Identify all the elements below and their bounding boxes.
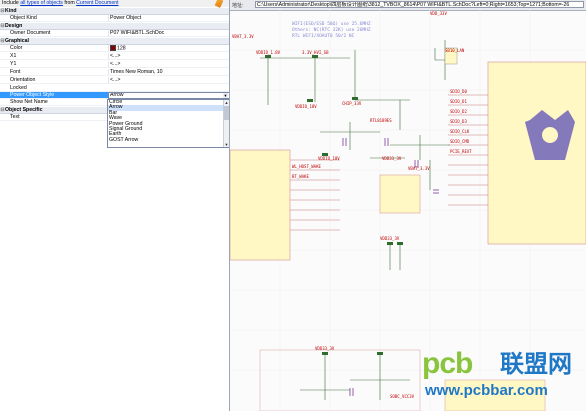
address-input[interactable]: C:\Users\Administrator\Desktop\四层板设计图纸\3… <box>255 1 584 8</box>
property-name: Locked <box>10 85 27 91</box>
net-label: SDIO_CLK <box>450 129 470 134</box>
note-text: Others: NC(RTC 32K) use 26MHZ <box>292 27 371 33</box>
net-label: CHIP_33V <box>342 101 362 106</box>
property-value[interactable]: <...> <box>108 53 229 59</box>
address-label: 地址: <box>232 3 244 9</box>
property-name: Color <box>10 45 23 51</box>
property-row-x1[interactable]: X1 <...> <box>0 53 229 60</box>
net-label: SDIO_CMD <box>450 139 470 144</box>
category-kind-label: Kind <box>5 8 17 14</box>
property-row-locked[interactable]: Locked <box>0 85 229 92</box>
crystal-block[interactable] <box>379 174 421 214</box>
note-text: RTL WIFI/XOAUT0 50/2 NC <box>292 33 355 39</box>
property-name: Power Object Style <box>10 92 55 98</box>
net-label: VDDIO_18V <box>318 156 340 161</box>
net-label: VDD_33V <box>430 11 447 16</box>
category-graphical-label: Graphical <box>5 38 29 44</box>
net-label: SOBC_VCC3V <box>390 394 415 399</box>
color-value: 128 <box>117 45 126 52</box>
filter-object-types-link[interactable]: all types of objects <box>20 0 63 6</box>
net-label: 3.3V_HVI_SB <box>302 50 329 55</box>
property-value[interactable]: P07 WIFI&BTL.SchDoc <box>108 30 229 36</box>
net-label: VBAT_3.3V <box>232 34 254 39</box>
property-row-y1[interactable]: Y1 <...> <box>0 61 229 68</box>
net-label: RTL8189ES <box>370 118 392 123</box>
net-label: VBAT_3.3V <box>408 166 430 171</box>
watermark-url: www.pcbbar.com <box>425 382 548 399</box>
panel-scrollbar[interactable] <box>223 7 229 411</box>
property-value[interactable]: Times New Roman, 10 <box>108 69 229 75</box>
lower-section-frame <box>259 349 421 411</box>
filter-bar: Include all types of objects from Curren… <box>0 0 229 8</box>
category-object-specific-label: Object Specific <box>5 107 43 113</box>
category-design[interactable]: ⊟Design <box>0 23 229 30</box>
watermark-chinese: 联盟网 <box>500 350 572 378</box>
color-swatch[interactable] <box>110 45 116 51</box>
net-label: SB10_LAN <box>445 48 465 53</box>
schematic-view[interactable]: 地址: C:\Users\Administrator\Desktop\四层板设计… <box>230 0 586 411</box>
filter-document-link[interactable]: Current Document <box>76 0 118 6</box>
property-name: Show Net Name <box>10 99 48 105</box>
net-label: VDD33_3V <box>380 236 400 241</box>
selected-value: Arrow <box>110 92 124 98</box>
filter-prefix: Include <box>2 0 19 6</box>
property-value[interactable]: <...> <box>108 77 229 83</box>
note-text: WIFI(ESD/ESD 50Ω) use 25.6MHZ <box>292 21 371 27</box>
net-label: SDIO_D1 <box>450 99 467 104</box>
net-label: SDIO_D0 <box>450 89 467 94</box>
inspector-panel: Include all types of objects from Curren… <box>0 0 230 411</box>
property-row-font[interactable]: Font Times New Roman, 10 <box>0 69 229 76</box>
property-name: X1 <box>10 53 17 59</box>
property-row-owner-document[interactable]: Owner Document P07 WIFI&BTL.SchDoc <box>0 30 229 37</box>
net-label: VDDIO_1.8V <box>256 50 281 55</box>
net-label: WL_HOST_WAKE <box>292 164 321 169</box>
power-object-style-dropdown-list[interactable]: Circle Arrow Bar Wave Power Ground Signa… <box>107 99 229 148</box>
filter-mid-text: from <box>64 0 75 6</box>
power-object-style-select[interactable]: Arrow ▼ <box>108 92 229 99</box>
category-kind[interactable]: ⊟Kind <box>0 8 229 15</box>
property-name: Owner Document <box>10 30 51 36</box>
property-name: Orientation <box>10 77 36 83</box>
property-name: Y1 <box>10 61 17 67</box>
property-name: Object Kind <box>10 15 37 21</box>
dropdown-option[interactable]: GOST Arrow <box>108 137 229 143</box>
property-value[interactable]: Power Object <box>108 15 229 21</box>
net-label: BT_WAKE <box>292 174 309 179</box>
property-value[interactable]: <...> <box>108 61 229 67</box>
net-label: VDDIO_18V <box>295 104 317 109</box>
property-row-object-kind[interactable]: Object Kind Power Object <box>0 15 229 22</box>
net-label: SDIO_D2 <box>450 109 467 114</box>
category-graphical[interactable]: ⊟Graphical <box>0 38 229 45</box>
watermark-logo: pcb <box>422 347 473 380</box>
net-label: VDD33_3V <box>382 156 402 161</box>
net-label: VDD33_3V <box>315 346 335 351</box>
property-name: Text <box>10 114 20 120</box>
property-value[interactable]: 128 <box>108 45 229 52</box>
property-row-orientation[interactable]: Orientation <...> <box>0 77 229 84</box>
net-label: SDIO_D3 <box>450 119 467 124</box>
host-connector-block[interactable] <box>230 149 291 261</box>
category-design-label: Design <box>5 23 23 29</box>
net-label: PCIE_REXT <box>450 149 472 154</box>
property-row-power-object-style[interactable]: Power Object Style Arrow ▼ <box>0 92 229 99</box>
property-row-color[interactable]: Color 128 <box>0 45 229 52</box>
property-name: Font <box>10 69 21 75</box>
